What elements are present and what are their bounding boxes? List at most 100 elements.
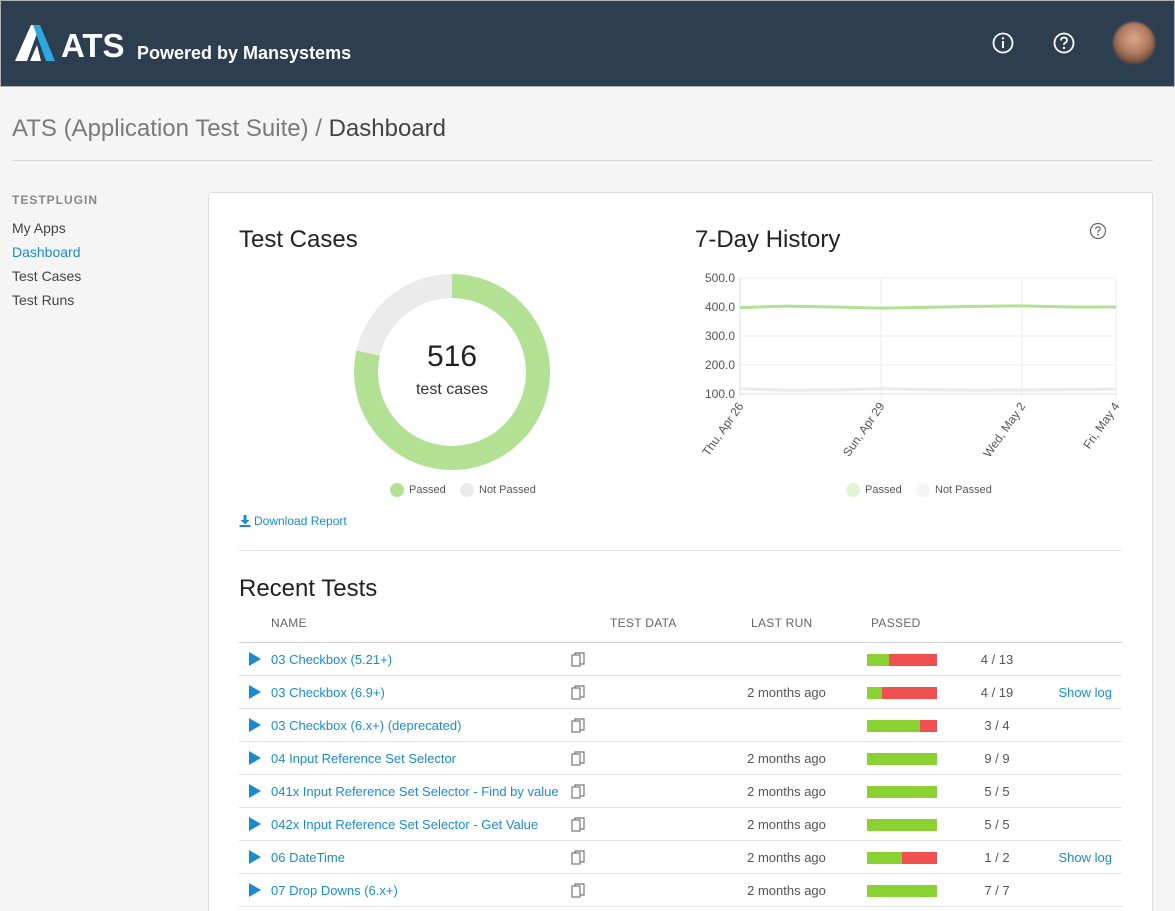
run-test-play-icon[interactable] bbox=[249, 685, 261, 699]
top-bar: ATS Powered by Mansystems bbox=[0, 0, 1175, 87]
passed-progress-fill bbox=[867, 720, 920, 732]
passed-progress-fill bbox=[867, 885, 937, 897]
test-name-link[interactable]: 03 Checkbox (6.x+) (deprecated) bbox=[271, 718, 461, 733]
history-help-icon[interactable] bbox=[1089, 222, 1107, 240]
test-data-copy-icon[interactable] bbox=[571, 718, 585, 734]
passed-progress-bar bbox=[867, 852, 937, 864]
history-line-chart: 500.0 400.0 300.0 200.0 100.0Thu, Apr 26 Sun,… bbox=[699, 271, 1122, 460]
passed-progress-fill bbox=[867, 819, 937, 831]
legend-label: Passed bbox=[865, 484, 902, 496]
passed-ratio: 5 / 5 bbox=[984, 784, 1010, 799]
table-row: 03 Checkbox (6.9+) 2 months ago 4 / 19 Show… bbox=[239, 676, 1122, 709]
test-name-link[interactable]: 04 Input Reference Set Selector bbox=[271, 751, 456, 766]
passed-ratio: 1 / 2 bbox=[984, 850, 1010, 865]
passed-progress-bar bbox=[867, 786, 937, 798]
passed-progress-bar bbox=[867, 687, 937, 699]
user-avatar[interactable] bbox=[1113, 22, 1155, 64]
run-test-play-icon[interactable] bbox=[249, 883, 261, 897]
series-line-not-passed bbox=[739, 387, 1117, 392]
passed-ratio: 5 / 5 bbox=[984, 817, 1010, 832]
run-test-play-icon[interactable] bbox=[249, 751, 261, 765]
last-run-text: 2 months ago bbox=[747, 883, 826, 898]
passed-ratio: 9 / 9 bbox=[984, 751, 1010, 766]
test-data-copy-icon[interactable] bbox=[571, 817, 585, 833]
donut-legend-passed[interactable]: Passed bbox=[390, 483, 446, 497]
last-run-text: 2 months ago bbox=[747, 850, 826, 865]
passed-progress-fill bbox=[867, 786, 937, 798]
test-data-copy-icon[interactable] bbox=[571, 751, 585, 767]
breadcrumb-parent[interactable]: ATS (Application Test Suite) / bbox=[12, 115, 322, 142]
x-tick-label: Wed, May 2 bbox=[980, 399, 1028, 460]
test-data-copy-icon[interactable] bbox=[571, 850, 585, 866]
column-header-name: NAME bbox=[271, 616, 307, 630]
passed-progress-fill bbox=[867, 687, 882, 699]
history-legend-passed[interactable]: Passed bbox=[846, 483, 902, 497]
passed-progress-bar bbox=[867, 720, 937, 732]
info-icon[interactable] bbox=[991, 31, 1015, 55]
table-row: 041x Input Reference Set Selector - Find… bbox=[239, 775, 1122, 808]
show-log-link[interactable]: Show log bbox=[1059, 850, 1112, 865]
run-test-play-icon[interactable] bbox=[249, 718, 261, 732]
sidebar-item-dashboard[interactable]: Dashboard bbox=[12, 244, 81, 260]
test-case-count: 516 bbox=[426, 340, 478, 373]
donut-legend-not-passed[interactable]: Not Passed bbox=[460, 483, 536, 497]
test-name-link[interactable]: 03 Checkbox (6.9+) bbox=[271, 685, 385, 700]
test-data-copy-icon[interactable] bbox=[571, 784, 585, 800]
legend-swatch-not-passed bbox=[916, 483, 930, 497]
last-run-text: 2 months ago bbox=[747, 817, 826, 832]
test-name-link[interactable]: 03 Checkbox (5.21+) bbox=[271, 652, 392, 667]
table-row: 04 Input Reference Set Selector 2 months … bbox=[239, 742, 1122, 775]
history-title: 7-Day History bbox=[695, 226, 841, 253]
run-test-play-icon[interactable] bbox=[249, 817, 261, 831]
last-run-text: 2 months ago bbox=[747, 784, 826, 799]
column-header-last-run: LAST RUN bbox=[751, 616, 813, 630]
show-log-link[interactable]: Show log bbox=[1059, 685, 1112, 700]
test-data-copy-icon[interactable] bbox=[571, 883, 585, 899]
table-row: 042x Input Reference Set Selector - Get … bbox=[239, 808, 1122, 841]
passed-progress-bar bbox=[867, 819, 937, 831]
test-data-copy-icon[interactable] bbox=[571, 652, 585, 668]
test-cases-title: Test Cases bbox=[239, 226, 358, 253]
history-legend-not-passed[interactable]: Not Passed bbox=[916, 483, 992, 497]
passed-ratio: 4 / 19 bbox=[980, 685, 1014, 700]
sidebar-item-test-cases[interactable]: Test Cases bbox=[12, 268, 81, 284]
test-data-copy-icon[interactable] bbox=[571, 685, 585, 701]
test-name-link[interactable]: 07 Drop Downs (6.x+) bbox=[271, 883, 398, 898]
legend-label: Not Passed bbox=[935, 484, 992, 496]
sidebar-item-my-apps[interactable]: My Apps bbox=[12, 220, 66, 236]
section-divider bbox=[239, 550, 1122, 551]
help-icon[interactable] bbox=[1052, 31, 1076, 55]
run-test-play-icon[interactable] bbox=[249, 850, 261, 864]
run-test-play-icon[interactable] bbox=[249, 652, 261, 666]
table-row: 06 DateTime 2 months ago 1 / 2 Show log bbox=[239, 841, 1122, 874]
y-tick-label: 100.0 bbox=[705, 387, 735, 401]
test-name-link[interactable]: 042x Input Reference Set Selector - Get … bbox=[271, 817, 538, 832]
y-tick-label: 400.0 bbox=[705, 300, 735, 314]
ats-logo-icon bbox=[15, 25, 55, 61]
last-run-text: 2 months ago bbox=[747, 685, 826, 700]
download-report-link[interactable]: Download Report bbox=[239, 514, 347, 528]
sidebar-item-test-runs[interactable]: Test Runs bbox=[12, 292, 74, 308]
series-line-passed bbox=[739, 304, 1116, 310]
last-run-text: 2 months ago bbox=[747, 751, 826, 766]
passed-progress-bar bbox=[867, 654, 937, 666]
legend-swatch-not-passed bbox=[460, 483, 474, 497]
breadcrumb: ATS (Application Test Suite) / Dashboard bbox=[12, 115, 446, 143]
passed-progress-bar bbox=[867, 885, 937, 897]
y-tick-label: 300.0 bbox=[705, 329, 735, 343]
run-test-play-icon[interactable] bbox=[249, 784, 261, 798]
legend-label: Passed bbox=[409, 484, 446, 496]
y-tick-label: 200.0 bbox=[705, 358, 735, 372]
passed-ratio: 7 / 7 bbox=[984, 883, 1010, 898]
legend-label: Not Passed bbox=[479, 484, 536, 496]
test-name-link[interactable]: 041x Input Reference Set Selector - Find… bbox=[271, 784, 559, 799]
test-name-link[interactable]: 06 DateTime bbox=[271, 850, 345, 865]
breadcrumb-current: Dashboard bbox=[328, 115, 447, 142]
y-tick-label: 500.0 bbox=[705, 271, 735, 285]
sidebar-heading: TESTPLUGIN bbox=[12, 193, 99, 207]
table-row: 03 Checkbox (6.x+) (deprecated) 3 / 4 bbox=[239, 709, 1122, 742]
passed-ratio: 4 / 13 bbox=[980, 652, 1014, 667]
passed-progress-fill bbox=[867, 654, 889, 666]
test-case-count-label: test cases bbox=[415, 381, 489, 398]
passed-progress-fill bbox=[867, 852, 902, 864]
